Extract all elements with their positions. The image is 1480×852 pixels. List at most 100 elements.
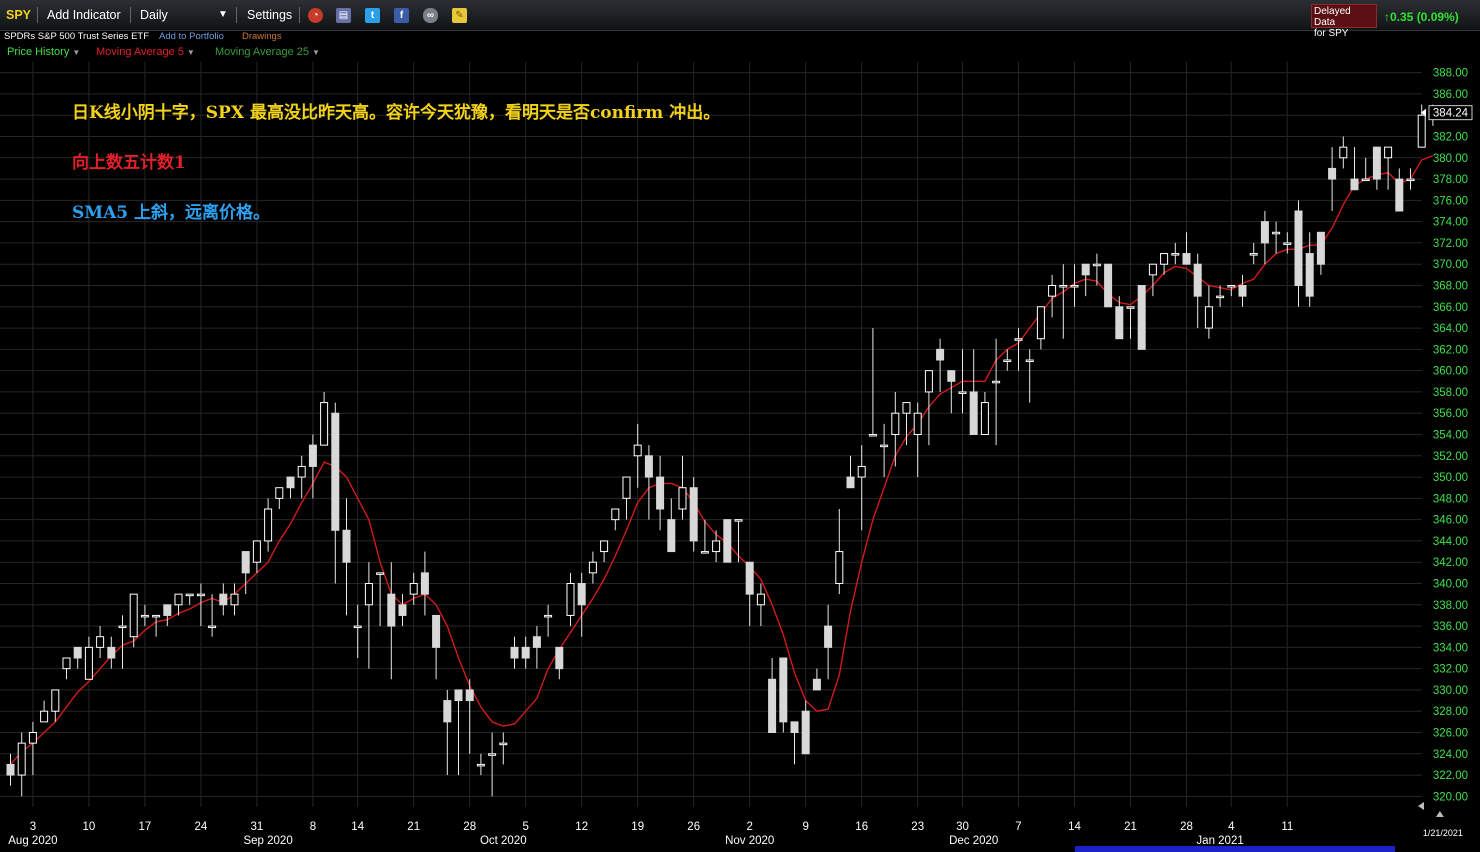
sma5-layer xyxy=(9,155,1434,765)
candle-body xyxy=(1328,167,1337,180)
legend-price-history[interactable]: Price History ▼ xyxy=(7,46,80,58)
scroll-left-icon xyxy=(1418,802,1424,810)
candle-body xyxy=(107,646,116,659)
x-month-label: Sep 2020 xyxy=(243,835,292,847)
y-tick-label: 322.00 xyxy=(1433,770,1468,782)
candle-body xyxy=(1160,253,1169,265)
legend-moving-average-5[interactable]: Moving Average 5 ▼ xyxy=(96,46,195,58)
y-tick-label: 388.00 xyxy=(1433,68,1468,80)
interval-select[interactable]: Daily xyxy=(140,8,168,22)
x-tick-label: 4 xyxy=(1228,821,1235,833)
x-month-label: Dec 2020 xyxy=(949,835,998,847)
x-month-label: Nov 2020 xyxy=(725,835,774,847)
x-month-label: Jan 2021 xyxy=(1196,835,1243,847)
annotation-2: 向上数五计数1 xyxy=(72,152,186,173)
y-tick-label: 372.00 xyxy=(1433,238,1468,250)
candle-body xyxy=(1238,285,1247,297)
candle-body xyxy=(544,614,553,618)
y-tick-label: 332.00 xyxy=(1433,664,1468,676)
candle-body xyxy=(1372,146,1381,180)
delayed-data-badge: Delayed Data for SPY xyxy=(1311,4,1377,39)
y-tick-label: 364.00 xyxy=(1433,323,1468,335)
x-month-label: Oct 2020 xyxy=(480,835,527,847)
drawings-link[interactable]: Drawings xyxy=(242,31,282,42)
twitter-icon[interactable]: t xyxy=(365,8,380,23)
y-tick-label: 368.00 xyxy=(1433,281,1468,293)
x-tick-label: 19 xyxy=(631,821,644,833)
symbol-label[interactable]: SPY xyxy=(6,8,31,22)
binoculars-icon[interactable]: ∞ xyxy=(423,8,438,23)
candle-body xyxy=(84,646,93,680)
candle-body xyxy=(476,763,485,767)
candle-body xyxy=(275,487,284,499)
candle-body xyxy=(790,721,799,733)
chevron-down-icon: ▼ xyxy=(186,48,195,57)
candle-body xyxy=(1350,178,1359,191)
note-icon[interactable]: ✎ xyxy=(452,8,467,23)
y-tick-label: 334.00 xyxy=(1433,642,1468,654)
candle-body xyxy=(532,636,541,648)
candle-body xyxy=(644,455,653,478)
candle-body xyxy=(1294,210,1303,286)
candle-body xyxy=(936,348,945,361)
candle-body xyxy=(51,689,60,712)
candle-body xyxy=(387,593,396,627)
candle-body xyxy=(712,540,721,553)
candle-body xyxy=(264,508,273,542)
candle-body xyxy=(868,434,877,437)
candle-body xyxy=(622,476,631,499)
candle-body xyxy=(353,625,362,629)
x-tick-label: 28 xyxy=(463,821,476,833)
price-chart[interactable]: 320.00 322.00 324.00 326.00 328.00 330.00 332.… xyxy=(0,62,1480,852)
book-icon[interactable]: ▤ xyxy=(336,8,351,23)
add-to-portfolio-link[interactable]: Add to Portfolio xyxy=(159,31,224,42)
legend-moving-average-25[interactable]: Moving Average 25 ▼ xyxy=(215,46,320,58)
candle-body xyxy=(1283,242,1292,245)
y-tick-label: 340.00 xyxy=(1433,579,1468,591)
candle-body xyxy=(1417,114,1426,148)
candle-body xyxy=(1272,231,1281,235)
candle-body xyxy=(510,646,519,659)
candle-body xyxy=(947,370,956,382)
candle-body xyxy=(1126,306,1135,309)
x-tick-label: 8 xyxy=(310,821,316,833)
candle-body xyxy=(980,402,989,436)
x-tick-label: 11 xyxy=(1281,821,1293,833)
candle-body xyxy=(62,657,71,670)
chevron-down-icon: ▼ xyxy=(312,48,320,57)
candle-body xyxy=(1193,263,1202,297)
x-date-label: 1/21/2021 xyxy=(1423,828,1463,838)
candle-body xyxy=(768,678,777,733)
candle-body xyxy=(958,391,967,394)
candle-body xyxy=(734,519,743,522)
last-price-label: 384.24 xyxy=(1433,108,1469,120)
candle-body xyxy=(689,487,698,542)
x-tick-label: 28 xyxy=(1180,821,1193,833)
candle-body xyxy=(152,614,161,618)
y-tick-label: 324.00 xyxy=(1433,749,1468,761)
scroll-right-icon xyxy=(1435,811,1444,817)
y-tick-label: 336.00 xyxy=(1433,621,1468,633)
candle-body xyxy=(812,678,821,691)
x-tick-label: 17 xyxy=(139,821,152,833)
settings-button[interactable]: Settings xyxy=(247,8,292,22)
x-tick-label: 14 xyxy=(351,821,364,833)
y-tick-label: 320.00 xyxy=(1433,791,1468,803)
x-tick-label: 14 xyxy=(1068,821,1081,833)
candle-body xyxy=(1036,306,1045,340)
x-tick-label: 30 xyxy=(956,821,969,833)
y-tick-label: 378.00 xyxy=(1433,174,1468,186)
candle-body xyxy=(174,593,183,606)
y-tick-label: 348.00 xyxy=(1433,493,1468,505)
alarm-clock-icon[interactable]: ◔ xyxy=(308,8,323,23)
y-tick-label: 338.00 xyxy=(1433,600,1468,612)
facebook-icon[interactable]: f xyxy=(394,8,409,23)
candle-body xyxy=(1249,253,1258,256)
add-indicator-button[interactable]: Add Indicator xyxy=(47,8,121,22)
candle-body xyxy=(409,583,418,595)
y-tick-label: 326.00 xyxy=(1433,728,1468,740)
candle-body xyxy=(835,551,844,585)
delayed-line-1: Delayed Data xyxy=(1314,6,1351,28)
candle-body xyxy=(1204,306,1213,329)
chevron-down-icon[interactable]: ▼ xyxy=(218,9,228,20)
